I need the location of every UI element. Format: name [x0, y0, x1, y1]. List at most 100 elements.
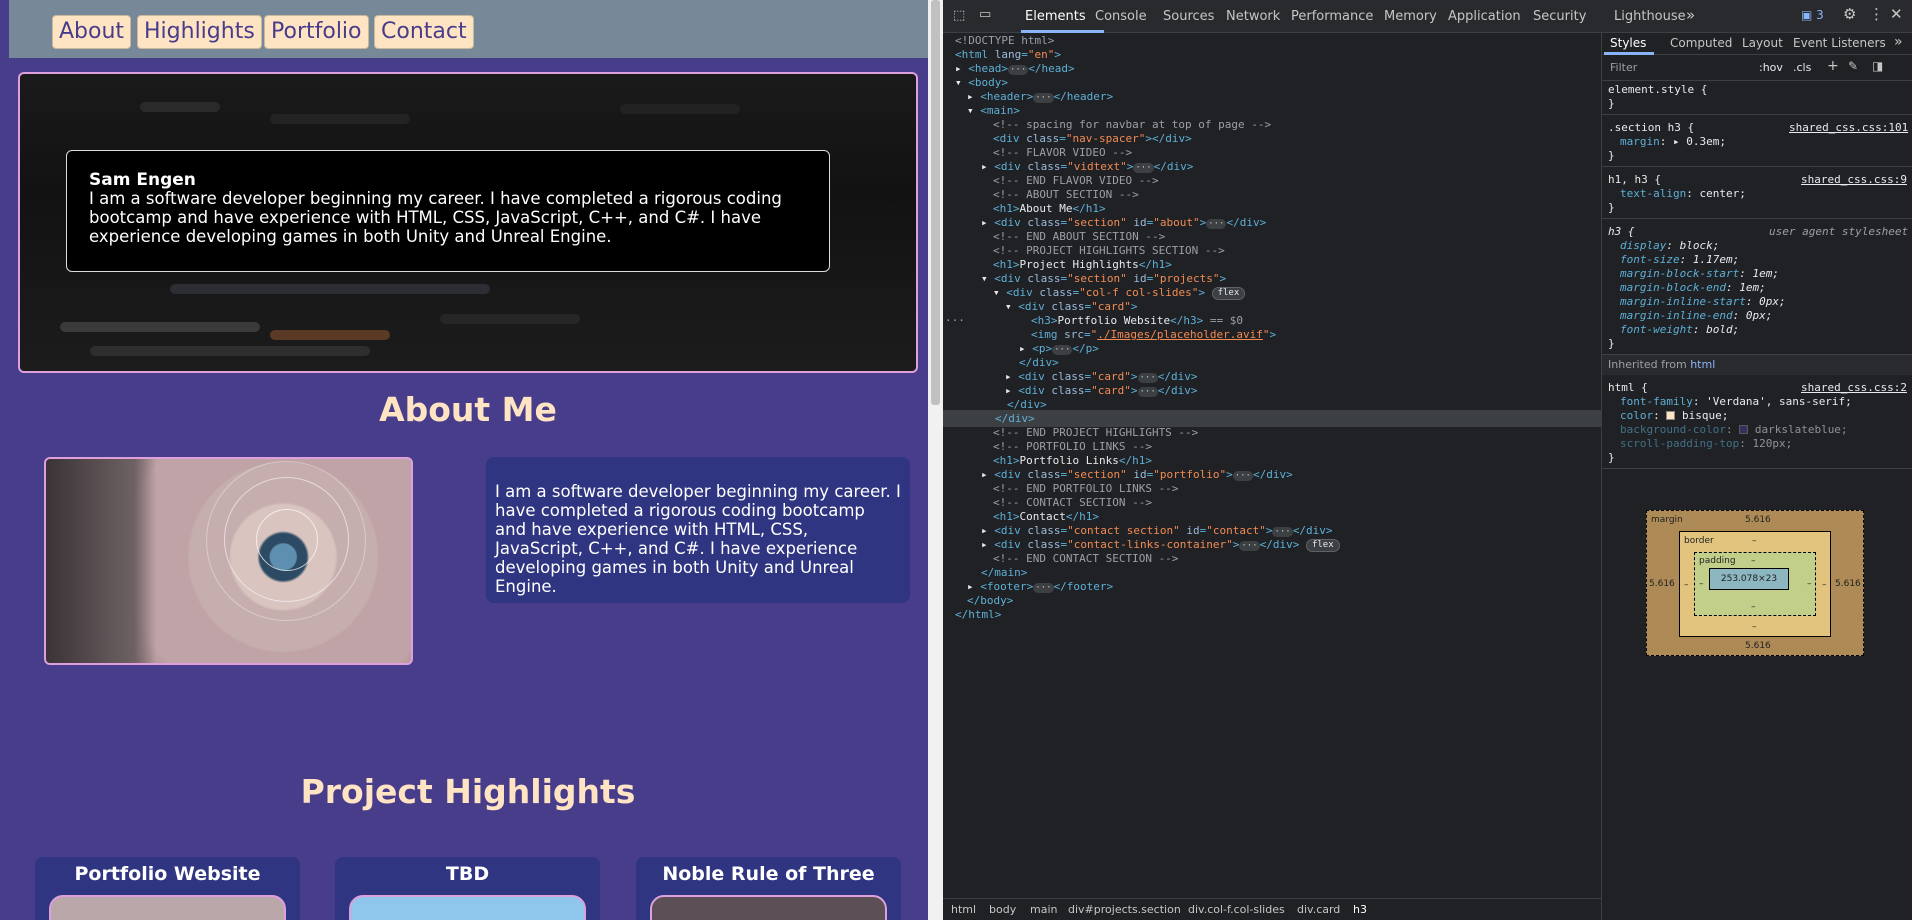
rule-declaration[interactable]: background-color: darkslateblue; [1620, 423, 1848, 437]
rule-declaration[interactable]: scroll-padding-top: 120px; [1620, 437, 1792, 451]
rule-source-link[interactable]: shared_css.css:101 [1789, 121, 1908, 135]
rule-declaration[interactable]: font-weight: bold; [1620, 323, 1739, 337]
rule-selector[interactable]: h1, h3 { [1608, 173, 1661, 187]
breadcrumb-item[interactable]: div.card [1297, 899, 1340, 920]
box-model-margin[interactable]: margin 5.616 5.616 5.616 5.616 border – … [1646, 510, 1864, 656]
card-title: Portfolio Website [74, 863, 261, 885]
breadcrumb-item[interactable]: body [989, 899, 1016, 920]
about-heading: About Me [379, 390, 557, 429]
rule-selector[interactable]: .section h3 { [1608, 121, 1694, 135]
inspect-element-icon[interactable]: ⬚ [953, 8, 965, 23]
breadcrumb-item[interactable]: main [1030, 899, 1057, 920]
navbar: About Highlights Portfolio Contact [9, 0, 928, 58]
rule-declaration[interactable]: font-size: 1.17em; [1620, 253, 1739, 267]
flavor-video: Sam Engen I am a software developer begi… [18, 72, 918, 373]
elements-tree: <!DOCTYPE html> <html lang="en"> ▸ <head… [943, 33, 1601, 898]
box-model-border[interactable]: border – – – – padding – – – – 253.078×2… [1679, 531, 1831, 637]
about-eye-image [44, 457, 413, 665]
card-image [650, 895, 887, 920]
hero-name: Sam Engen [89, 170, 196, 190]
rule-selector[interactable]: h3 { [1608, 225, 1635, 239]
rule-source: user agent stylesheet [1769, 225, 1909, 238]
tab-security[interactable]: Security [1533, 9, 1586, 24]
tab-application[interactable]: Application [1448, 9, 1521, 24]
selected-marker: == $0 [1209, 314, 1243, 327]
tab-computed[interactable]: Computed [1670, 36, 1732, 50]
tab-lighthouse[interactable]: Lighthouse [1614, 9, 1686, 24]
rule-close: } [1608, 97, 1615, 110]
breadcrumb-item[interactable]: div.col-f.col-slides [1188, 899, 1285, 920]
hero-text: I am a software developer beginning my c… [89, 189, 782, 246]
page-scrollbar[interactable] [928, 0, 943, 920]
styles-filter-bar: Filter :hov .cls + ✎ ◨ [1602, 55, 1912, 81]
devtools-panel: ⬚ ▭ Elements Console Sources Network Per… [943, 0, 1912, 920]
breadcrumb-item[interactable]: div#projects.section [1068, 899, 1181, 920]
devtools-toolbar: ⬚ ▭ Elements Console Sources Network Per… [943, 0, 1912, 33]
device-toolbar-icon[interactable]: ▭ [979, 7, 991, 22]
inherited-link[interactable]: html [1690, 358, 1715, 371]
nav-portfolio-link[interactable]: Portfolio [264, 15, 369, 49]
tab-layout[interactable]: Layout [1742, 36, 1783, 50]
breadcrumb: html body main div#projects.section div.… [943, 898, 1601, 920]
nav-contact-link[interactable]: Contact [374, 15, 474, 49]
card-title: Noble Rule of Three [662, 863, 875, 885]
rule-selector[interactable]: element.style { [1608, 83, 1707, 97]
node-actions-icon[interactable]: ··· [945, 313, 965, 329]
rule-close: } [1608, 149, 1615, 162]
paint-icon[interactable]: ✎ [1848, 59, 1858, 73]
cls-toggle[interactable]: .cls [1793, 61, 1811, 74]
breadcrumb-item[interactable]: html [951, 899, 976, 920]
nav-about-link[interactable]: About [52, 15, 132, 49]
close-icon[interactable]: ✕ [1890, 5, 1903, 23]
tab-elements[interactable]: Elements [1025, 9, 1086, 24]
project-card[interactable]: TBD [335, 857, 600, 920]
rule-declaration[interactable]: margin: ▸ 0.3em; [1620, 135, 1726, 149]
rule-declaration[interactable]: font-family: 'Verdana', sans-serif; [1620, 395, 1852, 409]
rule-selector[interactable]: html { [1608, 381, 1648, 395]
rule-declaration[interactable]: text-align: center; [1620, 187, 1746, 201]
breadcrumb-item[interactable]: h3 [1353, 899, 1367, 920]
project-card[interactable]: Noble Rule of Three [636, 857, 901, 920]
scrollbar-thumb[interactable] [931, 0, 940, 405]
rule-declaration[interactable]: color: bisque; [1620, 409, 1728, 423]
box-model-padding[interactable]: padding – – – – 253.078×23 [1694, 552, 1816, 616]
rule-source-link[interactable]: shared_css.css:9 [1801, 173, 1907, 187]
card-image [49, 895, 286, 920]
card-image [349, 895, 586, 920]
rule-close: } [1608, 201, 1615, 214]
tab-styles[interactable]: Styles [1610, 36, 1646, 50]
box-model-content[interactable]: 253.078×23 [1709, 568, 1789, 590]
about-text: I am a software developer beginning my c… [486, 457, 910, 603]
inherited-header: Inherited from html [1602, 355, 1912, 375]
tab-console[interactable]: Console [1095, 9, 1147, 24]
tab-performance[interactable]: Performance [1291, 9, 1373, 24]
computed-sidebar-icon[interactable]: ◨ [1872, 59, 1883, 73]
rule-source-link[interactable]: shared_css.css:2 [1801, 381, 1907, 395]
tab-sources[interactable]: Sources [1163, 9, 1214, 24]
new-rule-icon[interactable]: + [1827, 58, 1839, 74]
card-title: TBD [445, 863, 490, 885]
rule-declaration[interactable]: display: block; [1620, 239, 1719, 253]
rule-declaration[interactable]: margin-inline-end: 0px; [1620, 309, 1772, 323]
project-card[interactable]: Portfolio Website [35, 857, 300, 920]
hero-textbox: Sam Engen I am a software developer begi… [66, 150, 830, 272]
rule-declaration[interactable]: margin-block-start: 1em; [1620, 267, 1779, 281]
styles-tabs: Styles Computed Layout Event Listeners » [1602, 33, 1912, 55]
issues-badge[interactable]: ▣ 3 [1801, 8, 1824, 22]
dom-line[interactable]: </html> [955, 607, 1001, 623]
color-swatch[interactable] [1666, 411, 1676, 420]
more-options-icon[interactable]: ⋮ [1869, 5, 1884, 23]
settings-gear-icon[interactable]: ⚙ [1843, 5, 1856, 23]
tab-event-listeners[interactable]: Event Listeners [1793, 36, 1886, 50]
color-swatch[interactable] [1739, 425, 1749, 434]
more-tabs-icon[interactable]: » [1894, 34, 1903, 50]
tab-network[interactable]: Network [1226, 9, 1280, 24]
tab-memory[interactable]: Memory [1384, 9, 1437, 24]
rule-declaration[interactable]: margin-inline-start: 0px; [1620, 295, 1786, 309]
filter-input[interactable]: Filter [1610, 61, 1637, 74]
more-tabs-icon[interactable]: » [1686, 6, 1695, 24]
hov-toggle[interactable]: :hov [1759, 61, 1783, 74]
issues-count: 3 [1816, 8, 1824, 22]
nav-highlights-link[interactable]: Highlights [137, 15, 262, 49]
rule-declaration[interactable]: margin-block-end: 1em; [1620, 281, 1766, 295]
